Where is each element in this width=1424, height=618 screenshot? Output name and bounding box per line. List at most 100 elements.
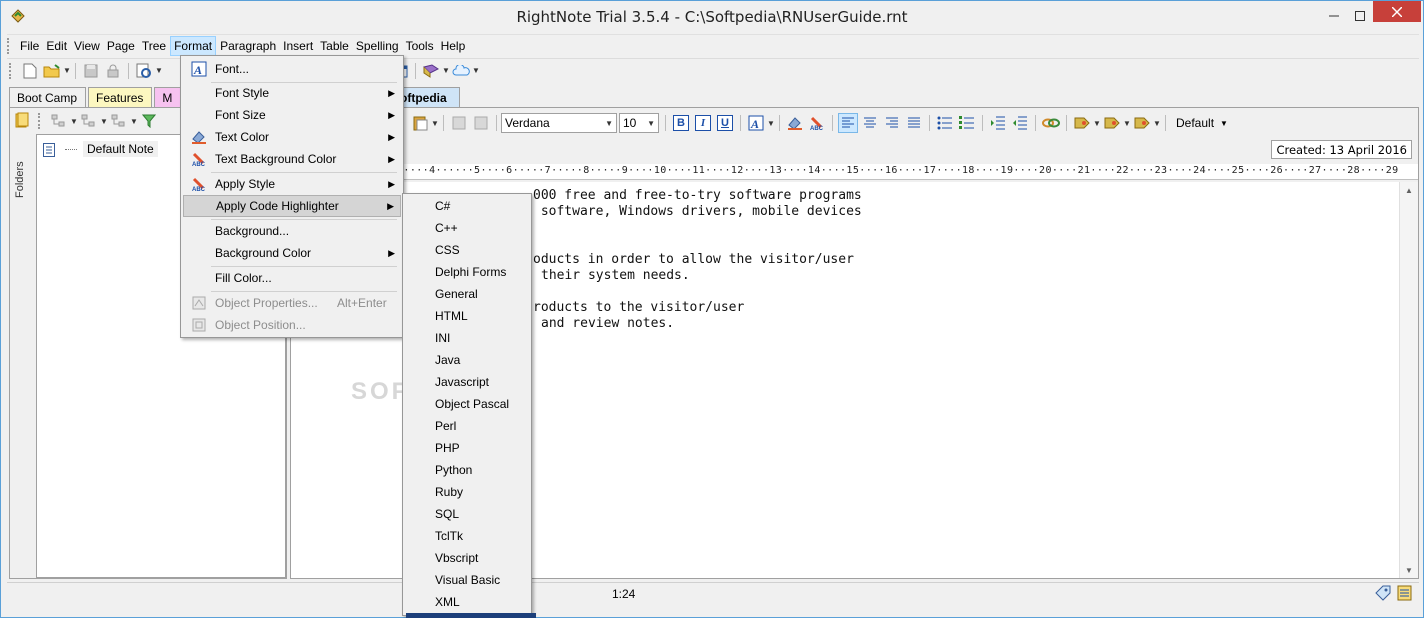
toolbar-grip[interactable]: [9, 62, 13, 79]
menu-table[interactable]: Table: [317, 37, 352, 55]
menu-item-text-color[interactable]: Text Color ▶: [183, 126, 401, 148]
filter-icon[interactable]: [138, 111, 160, 131]
menu-tools[interactable]: Tools: [403, 37, 437, 55]
menubar-grip[interactable]: [7, 37, 11, 54]
tag-icon[interactable]: [1375, 585, 1391, 601]
outdent-button[interactable]: [1010, 113, 1030, 133]
menu-item-apply-style[interactable]: ABC Apply Style ▶: [183, 173, 401, 195]
style-2-dropdown-icon[interactable]: ▼: [1123, 119, 1131, 128]
menu-item-font-size[interactable]: Font Size ▶: [183, 104, 401, 126]
submenu-item-javascript[interactable]: Javascript: [405, 371, 529, 393]
text-color-button[interactable]: [785, 113, 805, 133]
preview-icon[interactable]: [133, 61, 155, 81]
open-folder-icon[interactable]: [41, 61, 63, 81]
submenu-item-cpp[interactable]: C++: [405, 217, 529, 239]
folders-label[interactable]: Folders: [14, 138, 26, 198]
move-node-dropdown-icon[interactable]: ▼: [130, 117, 138, 126]
tree-toolbar-grip[interactable]: [38, 113, 42, 129]
font-dialog-button[interactable]: A: [746, 113, 766, 133]
preview-dropdown-icon[interactable]: ▼: [155, 66, 163, 75]
redo-icon[interactable]: [470, 113, 492, 133]
ruler[interactable]: 3····4······5····6·····7·····8·····9····…: [291, 164, 1418, 180]
align-right-button[interactable]: [882, 113, 902, 133]
italic-button[interactable]: I: [693, 113, 713, 133]
bold-button[interactable]: B: [671, 113, 691, 133]
open-dropdown-icon[interactable]: ▼: [63, 66, 71, 75]
menu-tree[interactable]: Tree: [139, 37, 169, 55]
insert-link-button[interactable]: [1041, 113, 1061, 133]
font-dialog-dropdown-icon[interactable]: ▼: [767, 119, 775, 128]
tree-node-default-note[interactable]: Default Note: [43, 141, 158, 157]
submenu-item-python[interactable]: Python: [405, 459, 529, 481]
menu-file[interactable]: File: [17, 37, 42, 55]
menu-page[interactable]: Page: [104, 37, 138, 55]
style-3-button[interactable]: [1132, 113, 1152, 133]
menu-item-font-style[interactable]: Font Style ▶: [183, 82, 401, 104]
submenu-item-delphi-forms[interactable]: Delphi Forms: [405, 261, 529, 283]
submenu-item-ruby[interactable]: Ruby: [405, 481, 529, 503]
highlight-button[interactable]: ABC: [807, 113, 827, 133]
menu-format[interactable]: Format: [170, 35, 217, 56]
maximize-button[interactable]: [1343, 1, 1377, 30]
paste-dropdown-icon[interactable]: ▼: [431, 119, 439, 128]
style-1-dropdown-icon[interactable]: ▼: [1093, 119, 1101, 128]
tab-boot-camp[interactable]: Boot Camp: [9, 87, 87, 107]
menu-spelling[interactable]: Spelling: [353, 37, 402, 55]
cloud-icon[interactable]: [450, 61, 472, 81]
menu-edit[interactable]: Edit: [43, 37, 70, 55]
submenu-item-visual-basic[interactable]: Visual Basic: [405, 569, 529, 591]
numbered-list-button[interactable]: [957, 113, 977, 133]
underline-button[interactable]: U: [715, 113, 735, 133]
menu-paragraph[interactable]: Paragraph: [217, 37, 279, 55]
indent-button[interactable]: [988, 113, 1008, 133]
bookmark-dropdown-icon[interactable]: ▼: [442, 66, 450, 75]
paragraph-style-select[interactable]: Default ▼: [1170, 116, 1234, 130]
justify-button[interactable]: [904, 113, 924, 133]
scroll-up-icon[interactable]: ▲: [1400, 182, 1418, 198]
bullet-list-button[interactable]: [935, 113, 955, 133]
tree-node-label[interactable]: Default Note: [83, 141, 158, 157]
menu-item-apply-code-highlighter[interactable]: Apply Code Highlighter ▶: [183, 195, 401, 217]
style-2-button[interactable]: [1102, 113, 1122, 133]
style-1-button[interactable]: [1072, 113, 1092, 133]
menu-item-background-color[interactable]: Background Color ▶: [183, 242, 401, 264]
menu-item-text-background-color[interactable]: ABC Text Background Color ▶: [183, 148, 401, 170]
tab-features[interactable]: Features: [88, 87, 153, 107]
folder-icon[interactable]: [15, 112, 29, 131]
submenu-item-java[interactable]: Java: [405, 349, 529, 371]
add-child-dropdown-icon[interactable]: ▼: [100, 117, 108, 126]
submenu-item-sql[interactable]: SQL: [405, 503, 529, 525]
undo-icon[interactable]: [448, 113, 470, 133]
align-center-button[interactable]: [860, 113, 880, 133]
submenu-item-ini[interactable]: INI: [405, 327, 529, 349]
menu-item-background[interactable]: Background...: [183, 220, 401, 242]
menu-item-font[interactable]: A Font...: [183, 58, 401, 80]
submenu-item-object-pascal[interactable]: Object Pascal: [405, 393, 529, 415]
submenu-item-xml[interactable]: XML: [405, 591, 529, 613]
submenu-item-general[interactable]: General: [405, 283, 529, 305]
tab-m[interactable]: M: [154, 87, 182, 107]
menu-help[interactable]: Help: [438, 37, 469, 55]
close-button[interactable]: [1373, 1, 1421, 22]
font-name-select[interactable]: Verdana ▼: [501, 113, 617, 133]
submenu-item-tcltk[interactable]: TclTk: [405, 525, 529, 547]
scroll-down-icon[interactable]: ▼: [1400, 562, 1418, 578]
vertical-scrollbar[interactable]: ▲ ▼: [1399, 182, 1418, 578]
submenu-item-css[interactable]: CSS: [405, 239, 529, 261]
submenu-item-php[interactable]: PHP: [405, 437, 529, 459]
font-size-select[interactable]: 10 ▼: [619, 113, 659, 133]
submenu-item-html[interactable]: HTML: [405, 305, 529, 327]
move-node-icon[interactable]: [108, 111, 130, 131]
bookmark-icon[interactable]: [420, 61, 442, 81]
align-left-button[interactable]: [838, 113, 858, 133]
notes-list-icon[interactable]: [1397, 585, 1413, 601]
menu-insert[interactable]: Insert: [280, 37, 316, 55]
submenu-item-csharp[interactable]: C#: [405, 195, 529, 217]
cloud-dropdown-icon[interactable]: ▼: [472, 66, 480, 75]
style-3-dropdown-icon[interactable]: ▼: [1153, 119, 1161, 128]
menu-item-fill-color[interactable]: Fill Color...: [183, 267, 401, 289]
add-node-dropdown-icon[interactable]: ▼: [70, 117, 78, 126]
submenu-item-perl[interactable]: Perl: [405, 415, 529, 437]
add-node-icon[interactable]: [48, 111, 70, 131]
submenu-item-vbscript[interactable]: Vbscript: [405, 547, 529, 569]
